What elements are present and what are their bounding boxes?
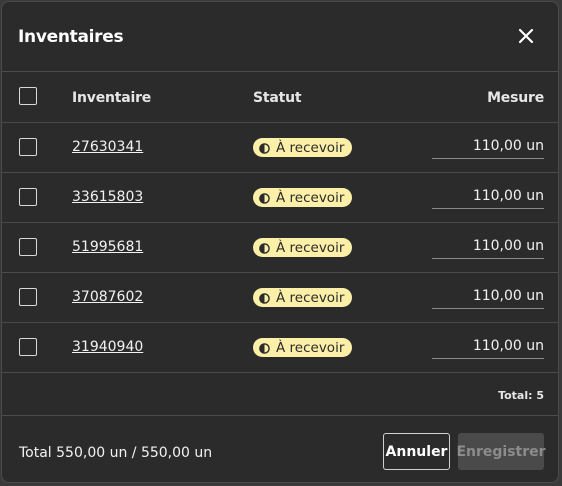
status-badge: À recevoir: [253, 238, 353, 257]
status-badge: À recevoir: [253, 188, 353, 207]
header-mesure: Mesure: [487, 90, 544, 106]
save-button[interactable]: Enregistrer: [456, 433, 546, 470]
footer-total: Total 550,00 un / 550,00 un: [19, 445, 213, 461]
row-checkbox[interactable]: [19, 188, 37, 206]
inventaires-dialog: Inventaires Inventaire Statut Mesure 276…: [1, 1, 559, 483]
row-checkbox[interactable]: [19, 138, 37, 156]
header-statut: Statut: [253, 90, 302, 106]
table-body: 27630341 À recevoir 110,00 un 33615803 À…: [2, 123, 558, 373]
inventaire-link[interactable]: 51995681: [72, 239, 143, 255]
table-row: 27630341 À recevoir 110,00 un: [2, 123, 558, 173]
status-label: À recevoir: [276, 339, 345, 356]
dialog-header: Inventaires: [2, 2, 558, 72]
row-checkbox[interactable]: [19, 238, 37, 256]
close-button[interactable]: [516, 26, 536, 46]
inventaire-link[interactable]: 27630341: [72, 139, 143, 155]
measure-field[interactable]: 110,00 un: [432, 138, 544, 159]
table-row: 31940940 À recevoir 110,00 un: [2, 323, 558, 373]
status-badge: À recevoir: [253, 288, 353, 307]
measure-field[interactable]: 110,00 un: [432, 338, 544, 359]
close-icon: [516, 26, 536, 46]
table-row: 33615803 À recevoir 110,00 un: [2, 173, 558, 223]
dialog-footer: Total 550,00 un / 550,00 un Annuler Enre…: [2, 416, 558, 482]
half-circle-icon: [259, 242, 270, 254]
inventaire-link[interactable]: 33615803: [72, 189, 143, 205]
cancel-button[interactable]: Annuler: [383, 433, 450, 470]
status-badge: À recevoir: [253, 138, 353, 157]
table-total-row: Total: 5: [2, 373, 558, 416]
inventaire-link[interactable]: 37087602: [72, 289, 143, 305]
row-checkbox[interactable]: [19, 288, 37, 306]
status-label: À recevoir: [276, 289, 345, 306]
status-badge: À recevoir: [253, 338, 353, 357]
row-checkbox[interactable]: [19, 338, 37, 356]
status-label: À recevoir: [276, 139, 345, 156]
half-circle-icon: [259, 292, 270, 304]
measure-field[interactable]: 110,00 un: [432, 238, 544, 259]
half-circle-icon: [259, 142, 270, 154]
table-row: 37087602 À recevoir 110,00 un: [2, 273, 558, 323]
inventaire-link[interactable]: 31940940: [72, 339, 143, 355]
status-label: À recevoir: [276, 189, 345, 206]
total-count: Total: 5: [498, 389, 544, 402]
measure-field[interactable]: 110,00 un: [432, 188, 544, 209]
select-all-checkbox[interactable]: [19, 87, 37, 105]
status-label: À recevoir: [276, 239, 345, 256]
header-inventaire: Inventaire: [72, 90, 152, 106]
table-header: Inventaire Statut Mesure: [2, 72, 558, 123]
measure-field[interactable]: 110,00 un: [432, 288, 544, 309]
dialog-title: Inventaires: [18, 27, 124, 47]
table-row: 51995681 À recevoir 110,00 un: [2, 223, 558, 273]
half-circle-icon: [259, 192, 270, 204]
half-circle-icon: [259, 342, 270, 354]
